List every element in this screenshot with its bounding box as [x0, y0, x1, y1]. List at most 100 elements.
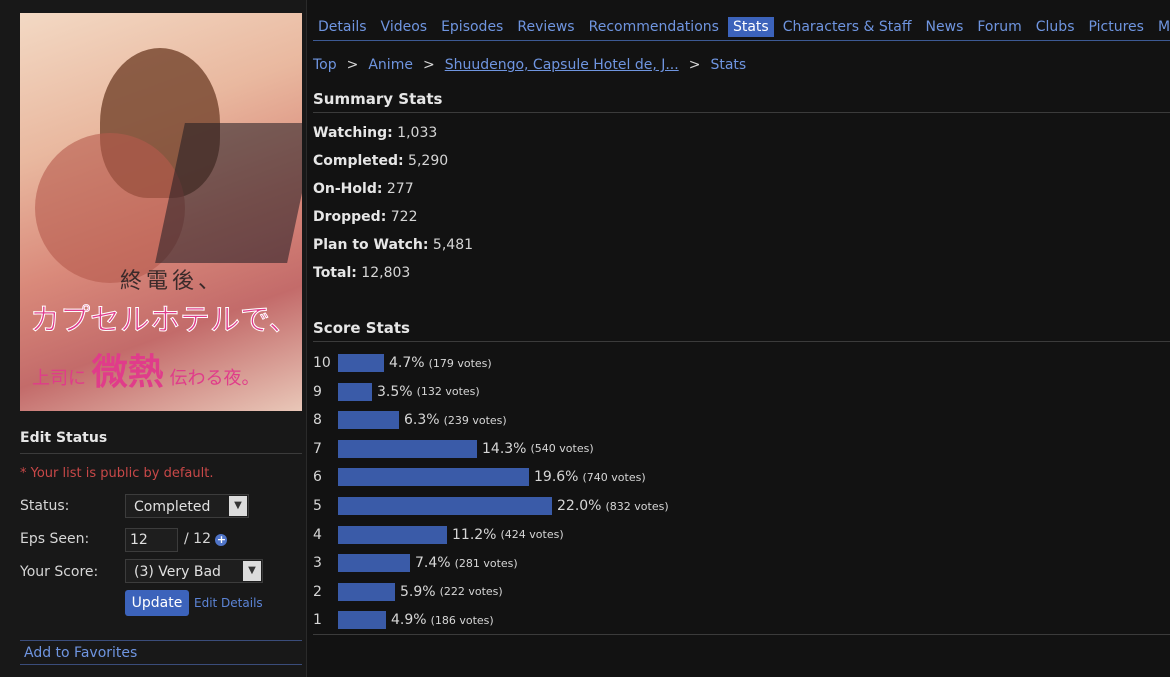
tab-news[interactable]: News	[921, 17, 969, 37]
tab-recommendations[interactable]: Recommendations	[584, 17, 724, 37]
chevron-down-icon[interactable]: ▼	[243, 561, 261, 581]
summary-stat-row: Watching: 1,033	[313, 125, 437, 141]
tab-details[interactable]: Details	[313, 17, 372, 37]
cover-title-part: 微熱	[91, 351, 164, 393]
score-votes: (179 votes)	[428, 356, 492, 370]
anime-tab-nav: Details Videos Episodes Reviews Recommendati…	[313, 13, 1170, 41]
tab-forum[interactable]: Forum	[972, 17, 1026, 37]
edit-details-link[interactable]: Edit Details	[194, 596, 263, 610]
score-bar	[338, 497, 552, 515]
score-value-label: 3	[313, 555, 322, 572]
tab-reviews[interactable]: Reviews	[512, 17, 579, 37]
tab-clubs[interactable]: Clubs	[1031, 17, 1080, 37]
tab-videos[interactable]: Videos	[376, 17, 433, 37]
cover-title-line: 上司に 微熱 伝わる夜。	[32, 343, 259, 395]
summary-stat-value: 12,803	[356, 265, 411, 281]
summary-stat-label: Plan to Watch:	[313, 237, 429, 253]
cover-title-part: 伝わる夜。	[169, 368, 260, 389]
score-bar	[338, 468, 529, 487]
score-value-label: 7	[313, 440, 322, 457]
score-votes: (132 votes)	[416, 385, 480, 399]
summary-stat-label: Total:	[313, 265, 357, 281]
your-score-label: Your Score:	[20, 564, 99, 580]
score-stats-heading: Score Stats	[313, 319, 1170, 342]
score-row: 8 6.3% (239 votes)	[313, 410, 507, 430]
summary-stat-label: Completed:	[313, 153, 404, 169]
score-percent: 4.9%	[391, 612, 427, 629]
breadcrumb-separator: >	[346, 57, 359, 73]
score-value-label: 4	[313, 526, 322, 543]
tab-pictures[interactable]: Pictures	[1083, 17, 1148, 37]
score-bar	[338, 382, 372, 401]
anime-cover-image[interactable]: 終電後、 カプセルホテルで、 上司に 微熱 伝わる夜。	[20, 13, 302, 411]
score-bar	[338, 411, 399, 430]
score-percent: 7.4%	[415, 555, 451, 572]
public-list-note: * Your list is public by default.	[20, 466, 214, 481]
score-row: 10 4.7% (179 votes)	[313, 353, 492, 373]
eps-total: / 12 +	[184, 531, 228, 547]
score-votes: (540 votes)	[530, 442, 594, 456]
eps-seen-label: Eps Seen:	[20, 531, 90, 547]
tab-episodes[interactable]: Episodes	[436, 17, 508, 37]
score-row: 7 14.3% (540 votes)	[313, 439, 594, 459]
left-sidebar: 終電後、 カプセルホテルで、 上司に 微熱 伝わる夜。 Edit Status …	[0, 0, 307, 677]
score-votes: (222 votes)	[439, 585, 503, 599]
score-row: 5 22.0% (832 votes)	[313, 496, 669, 516]
score-votes: (740 votes)	[582, 470, 646, 484]
score-votes: (424 votes)	[500, 528, 564, 542]
increment-plus-icon[interactable]: +	[215, 534, 228, 546]
score-select[interactable]: (3) Very Bad ▼	[125, 559, 263, 583]
edit-status-heading: Edit Status	[20, 430, 302, 454]
score-row: 9 3.5% (132 votes)	[313, 382, 480, 402]
summary-stat-label: Dropped:	[313, 209, 387, 225]
score-bar	[338, 582, 395, 601]
status-value: Completed	[134, 499, 211, 515]
summary-stat-row: On-Hold: 277	[313, 181, 414, 197]
summary-stats-heading: Summary Stats	[313, 90, 1170, 113]
score-percent: 3.5%	[377, 383, 413, 400]
tab-characters-staff[interactable]: Characters & Staff	[778, 17, 917, 37]
summary-stat-value: 277	[382, 181, 414, 197]
add-to-favorites-link[interactable]: Add to Favorites	[20, 640, 302, 665]
summary-stat-value: 722	[386, 209, 418, 225]
score-value-label: 1	[313, 612, 322, 629]
summary-stat-row: Completed: 5,290	[313, 153, 448, 169]
score-percent: 4.7%	[389, 355, 425, 371]
tab-stats[interactable]: Stats	[727, 16, 774, 37]
summary-stat-value: 5,290	[403, 153, 449, 169]
summary-stat-value: 5,481	[428, 237, 474, 253]
chevron-down-icon[interactable]: ▼	[229, 496, 247, 516]
score-value: (3) Very Bad	[134, 564, 221, 580]
score-value-label: 5	[313, 498, 322, 514]
summary-stat-label: On-Hold:	[313, 181, 383, 197]
score-percent: 19.6%	[534, 469, 579, 486]
update-button[interactable]: Update	[125, 590, 189, 616]
score-row: 3 7.4% (281 votes)	[313, 553, 518, 573]
score-row: 6 19.6% (740 votes)	[313, 467, 646, 487]
tab-more-info[interactable]: More Info	[1153, 17, 1170, 37]
score-row: 1 4.9% (186 votes)	[313, 610, 494, 630]
breadcrumb: Top > Anime > Shuudengo, Capsule Hotel de, J…	[313, 57, 746, 73]
summary-stat-row: Dropped: 722	[313, 209, 417, 225]
eps-seen-input[interactable]: 12	[125, 528, 178, 552]
score-votes: (832 votes)	[605, 499, 669, 513]
breadcrumb-item[interactable]: Stats	[710, 57, 746, 73]
cover-title-part: 上司に	[32, 368, 86, 389]
breadcrumb-item[interactable]: Anime	[368, 57, 413, 73]
score-votes: (239 votes)	[443, 413, 507, 427]
score-bar	[338, 354, 384, 372]
score-bar	[338, 525, 447, 544]
cover-title-line: 終電後、	[120, 269, 225, 294]
score-percent: 5.9%	[400, 583, 436, 600]
breadcrumb-item[interactable]: Top	[313, 57, 337, 73]
cover-title-line: カプセルホテルで、	[30, 303, 300, 339]
score-percent: 11.2%	[452, 526, 497, 543]
summary-stat-row: Plan to Watch: 5,481	[313, 237, 473, 253]
score-bar	[338, 611, 386, 630]
breadcrumb-separator: >	[422, 57, 435, 73]
breadcrumb-item[interactable]: Shuudengo, Capsule Hotel de, J...	[445, 57, 679, 73]
breadcrumb-separator: >	[688, 57, 701, 73]
score-value-label: 2	[313, 583, 322, 600]
score-row: 2 5.9% (222 votes)	[313, 582, 503, 602]
status-select[interactable]: Completed ▼	[125, 494, 249, 518]
